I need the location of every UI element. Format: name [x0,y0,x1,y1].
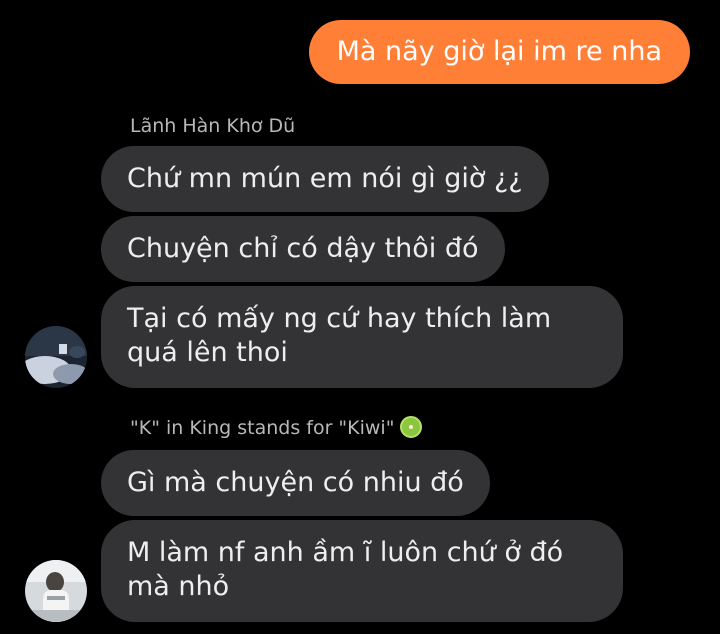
sender-name-text: "K" in King stands for "Kiwi" [130,417,395,439]
incoming-message-bubble[interactable]: M làm nf anh ầm ĩ luôn chứ ở đó mà nhỏ [101,520,623,622]
kiwi-icon [400,416,423,438]
avatar[interactable] [25,326,87,388]
sender-name: Lãnh Hàn Khơ Dũ [130,115,296,137]
outgoing-message-bubble[interactable]: Mà nãy giờ lại im re nha [308,20,690,84]
incoming-message-bubble[interactable]: Chứ mn mún em nói gì giờ ¿¿ [101,146,549,212]
sender-name: "K" in King stands for "Kiwi" [130,416,423,440]
incoming-message-bubble[interactable]: Gì mà chuyện có nhiu đó [101,450,490,516]
chat-thread: Mà nãy giờ lại im re nha Lãnh Hàn Khơ Dũ… [0,0,720,634]
avatar-photo-icon [25,326,87,388]
avatar-photo-icon [25,560,87,622]
incoming-message-bubble[interactable]: Chuyện chỉ có dậy thôi đó [101,216,505,282]
incoming-message-bubble[interactable]: Tại có mấy ng cứ hay thích làm quá lên t… [101,286,623,388]
avatar[interactable] [25,560,87,622]
